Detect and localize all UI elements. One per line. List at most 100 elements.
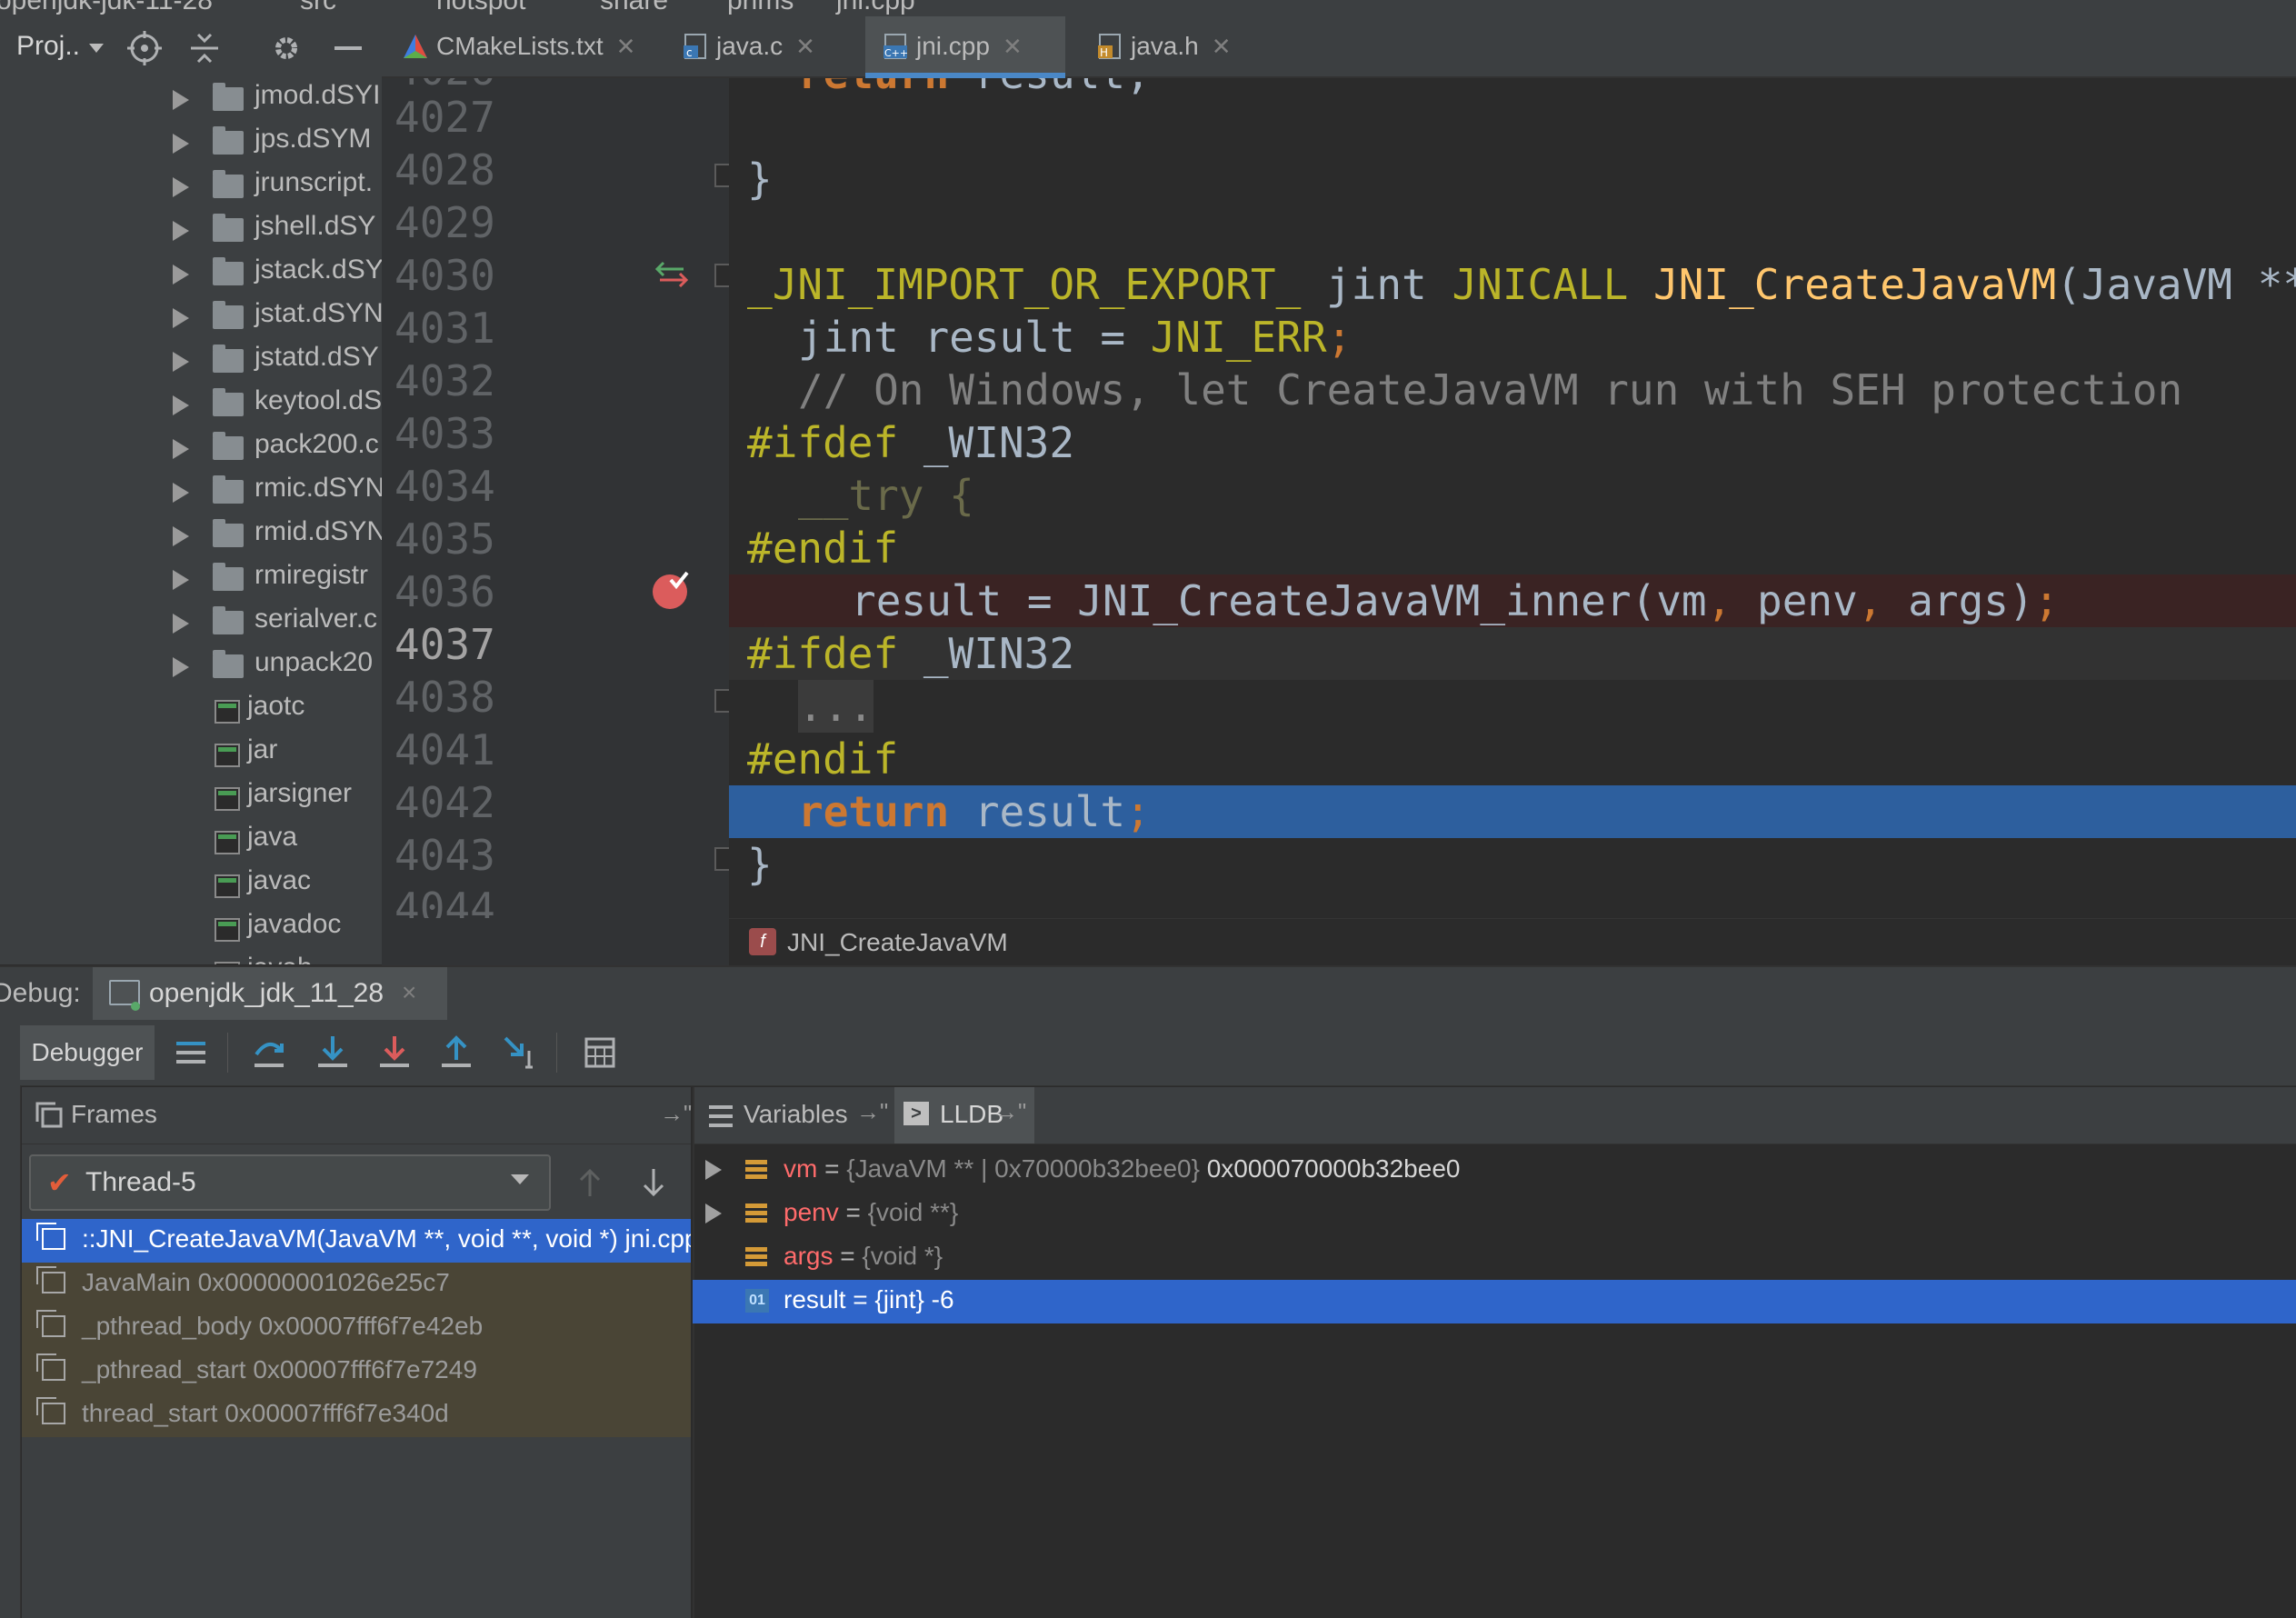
expand-arrow-icon[interactable] [173,614,189,634]
field-icon [745,1160,767,1182]
tab-cmakelists[interactable]: CMakeLists.txt ✕ [382,16,664,76]
variable-row[interactable]: args = {void *} [693,1236,2296,1280]
expand-arrow-icon[interactable] [173,657,189,677]
expand-arrow-icon[interactable] [173,308,189,328]
gear-icon[interactable] [269,31,304,65]
step-into-icon[interactable] [314,1034,351,1071]
expand-arrow-icon[interactable] [173,265,189,285]
previous-frame-icon[interactable] [574,1167,605,1198]
expand-arrow-icon[interactable] [173,395,189,415]
restore-layout-icon[interactable]: →" [856,1098,888,1126]
expand-arrow-icon[interactable] [173,483,189,503]
breadcrumb-item[interactable]: hotspot [436,0,525,16]
show-execution-point-icon[interactable] [173,1034,209,1071]
tree-file[interactable]: javac [0,864,382,907]
restore-layout-icon[interactable]: →" [660,1100,692,1128]
breakpoint-icon[interactable] [651,569,693,611]
expand-arrow-icon[interactable] [173,352,189,372]
code-line: #ifdef _WIN32 [747,418,1075,467]
tree-folder[interactable]: jshell.dSY [0,209,382,253]
tab-jni-cpp[interactable]: C++ jni.cpp ✕ [865,16,1065,78]
breadcrumb-item[interactable]: jni.cpp [836,0,915,16]
tree-folder[interactable]: rmid.dSYN [0,514,382,558]
tree-file[interactable]: javah [0,951,382,964]
tree-folder[interactable]: jrunscript. [0,165,382,209]
folded-code[interactable]: ... [729,680,2296,733]
run-to-cursor-icon[interactable] [502,1034,538,1071]
breadcrumb-item[interactable]: src [300,0,336,16]
next-frame-icon[interactable] [638,1167,669,1198]
evaluate-expression-icon[interactable] [582,1034,618,1071]
step-over-icon[interactable] [251,1034,287,1071]
expand-fold-icon[interactable] [714,689,729,713]
debug-session-tab[interactable]: openjdk_jdk_11_28 × [93,967,447,1022]
variable-row[interactable]: penv = {void **} [693,1193,2296,1236]
breadcrumb-item[interactable]: openjdk-jdk-11-28 [0,0,213,16]
editor-gutter[interactable]: 4026 4027 4028 4029 4030 4031 4032 4033 … [382,78,730,918]
locate-icon[interactable] [127,31,162,65]
tree-folder[interactable]: pack200.c [0,427,382,471]
tree-folder[interactable]: jps.dSYM [0,122,382,165]
expand-arrow-icon[interactable] [173,570,189,590]
tree-folder[interactable]: serialver.c [0,602,382,645]
tree-file[interactable]: java [0,820,382,864]
project-view-dropdown[interactable]: Proj.. [16,31,80,62]
close-icon[interactable]: ✕ [1212,33,1232,61]
tab-java-h[interactable]: H java.h ✕ [1078,16,1260,76]
expand-arrow-icon[interactable] [705,1160,722,1180]
lldb-tab[interactable]: > LLDB →" [894,1087,1034,1144]
tree-file[interactable]: jarsigner [0,776,382,820]
project-dropdown-arrow-icon[interactable] [87,31,105,62]
tree-folder[interactable]: jstatd.dSY [0,340,382,384]
tab-label: java.h [1131,32,1199,60]
expand-arrow-icon[interactable] [173,221,189,241]
debugger-tab[interactable]: Debugger [20,1025,155,1080]
frame-item[interactable]: _pthread_start 0x00007fff6f7e7249 [22,1350,691,1393]
code-breadcrumb[interactable]: f JNI_CreateJavaVM [729,918,2296,966]
tab-java-c[interactable]: c java.c ✕ [682,16,854,76]
breadcrumb-item[interactable]: prims [727,0,794,16]
tree-folder[interactable]: jstack.dSY [0,253,382,296]
expand-arrow-icon[interactable] [173,177,189,197]
frame-item[interactable]: JavaMain 0x00000001026e25c7 [22,1263,691,1306]
frame-item[interactable]: _pthread_body 0x00007fff6f7e42eb [22,1306,691,1350]
fold-marker-icon[interactable] [714,847,729,871]
expand-arrow-icon[interactable] [173,134,189,154]
close-icon[interactable]: ✕ [616,33,636,61]
expand-arrow-icon[interactable] [173,90,189,110]
collapse-all-icon[interactable] [189,31,220,65]
tab-label: CMakeLists.txt [436,32,604,60]
tree-folder[interactable]: keytool.dS [0,384,382,427]
close-icon[interactable]: × [402,978,416,1007]
thread-selector[interactable]: ✔ Thread-5 [29,1154,551,1211]
expand-arrow-icon[interactable] [705,1204,722,1223]
expand-arrow-icon[interactable] [173,439,189,459]
folder-icon [213,83,244,111]
tree-folder[interactable]: jmod.dSYI [0,78,382,122]
tree-folder[interactable]: jstat.dSYN [0,296,382,340]
close-icon[interactable]: ✕ [1003,33,1023,61]
force-step-into-icon[interactable] [376,1034,413,1071]
tree-file[interactable]: jar [0,733,382,776]
function-breadcrumb[interactable]: JNI_CreateJavaVM [787,928,1008,957]
tree-file[interactable]: javadoc [0,907,382,951]
step-out-icon[interactable] [438,1034,474,1071]
restore-layout-icon[interactable]: →" [994,1098,1026,1126]
tree-folder[interactable]: rmic.dSYN [0,471,382,514]
expand-arrow-icon[interactable] [173,526,189,546]
tree-folder[interactable]: rmiregistr [0,558,382,602]
frame-item[interactable]: thread_start 0x00007fff6f7e340d [22,1393,691,1437]
fold-marker-icon[interactable] [714,164,729,187]
frame-item[interactable]: ::JNI_CreateJavaVM(JavaVM **, void **, v… [22,1219,691,1263]
code-editor[interactable]: return result; } _JNI_IMPORT_OR_EXPORT_ … [729,78,2296,918]
hide-panel-icon[interactable] [333,31,364,65]
implementation-marker-icon[interactable] [654,260,689,287]
variables-title[interactable]: Variables [744,1100,848,1129]
variable-row[interactable]: 01 result = {jint} -6 [693,1280,2296,1323]
fold-marker-icon[interactable] [714,264,729,287]
tree-folder[interactable]: unpack20 [0,645,382,689]
breadcrumb-item[interactable]: share [600,0,668,16]
close-icon[interactable]: ✕ [795,33,815,61]
variable-row[interactable]: vm = {JavaVM ** | 0x70000b32bee0} 0x0000… [693,1149,2296,1193]
tree-file[interactable]: jaotc [0,689,382,733]
